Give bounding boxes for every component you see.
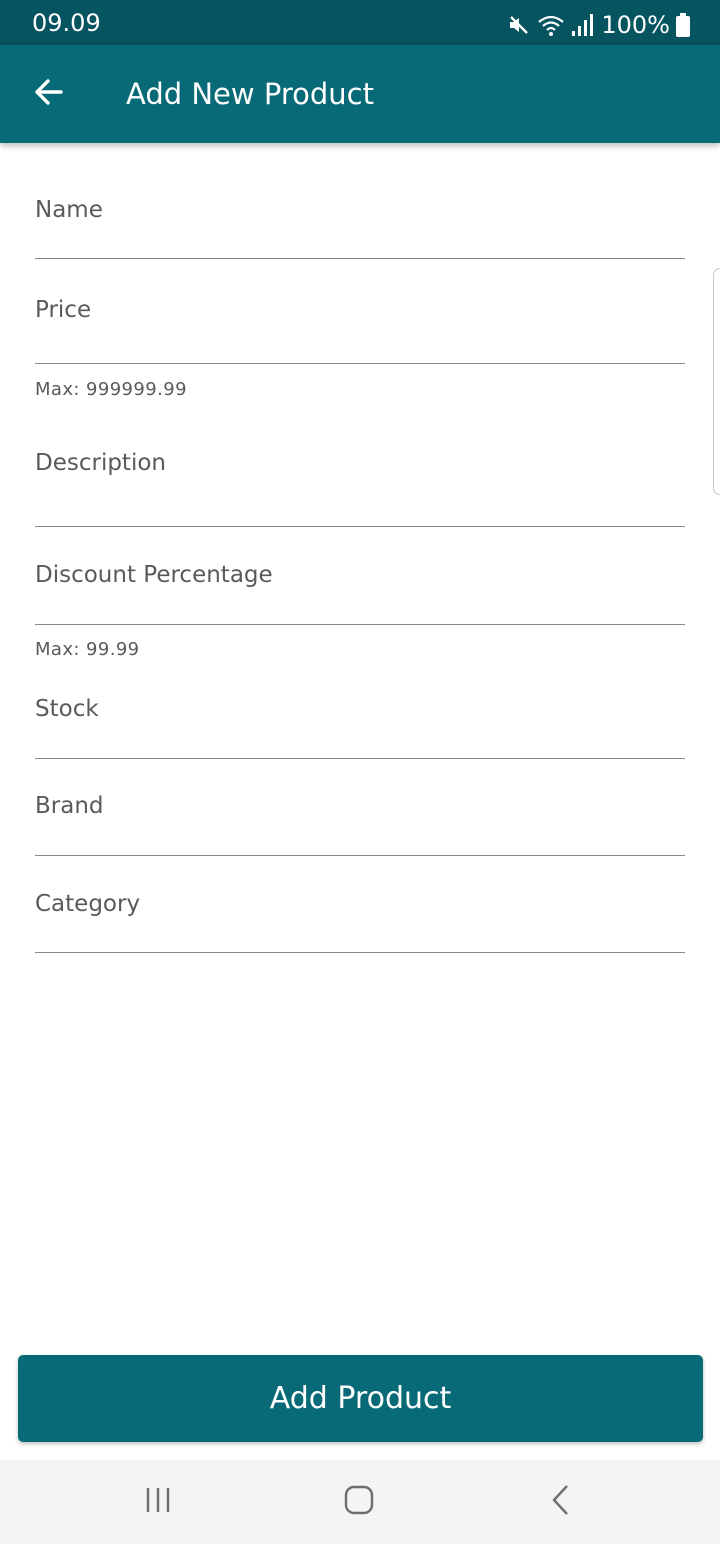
home-button[interactable]	[339, 1482, 379, 1522]
battery-icon	[676, 13, 690, 37]
add-product-button[interactable]: Add Product	[18, 1355, 703, 1442]
stock-label: Stock	[35, 696, 99, 722]
mute-icon	[507, 13, 531, 37]
home-icon	[343, 1484, 375, 1520]
recent-apps-button[interactable]	[138, 1482, 178, 1522]
price-label: Price	[35, 297, 92, 323]
category-label: Category	[35, 891, 141, 917]
signal-icon	[571, 13, 594, 37]
status-icons: 100%	[507, 11, 690, 39]
back-nav-button[interactable]	[541, 1482, 581, 1522]
brand-label: Brand	[35, 793, 104, 819]
app-bar: Add New Product	[0, 45, 720, 143]
back-icon	[549, 1483, 573, 1521]
back-button[interactable]	[22, 67, 76, 121]
category-field[interactable]: Category	[35, 872, 685, 953]
status-bar: 09.09 100%	[0, 0, 720, 45]
discount-percentage-field[interactable]: Discount Percentage	[35, 545, 685, 625]
status-time: 09.09	[32, 9, 101, 37]
price-helper-text: Max: 999999.99	[35, 379, 187, 400]
stock-field[interactable]: Stock	[35, 678, 685, 759]
discount-percentage-label: Discount Percentage	[35, 562, 273, 588]
scrollbar[interactable]	[713, 268, 720, 495]
page-title: Add New Product	[126, 77, 374, 111]
battery-percentage: 100%	[601, 11, 670, 39]
arrow-left-icon	[33, 76, 65, 112]
discount-helper-text: Max: 99.99	[35, 639, 140, 660]
wifi-icon	[537, 13, 565, 37]
recent-apps-icon	[143, 1485, 173, 1519]
name-field[interactable]: Name	[35, 183, 685, 259]
name-label: Name	[35, 197, 103, 223]
system-nav-bar	[0, 1460, 720, 1544]
description-label: Description	[35, 450, 166, 476]
brand-field[interactable]: Brand	[35, 775, 685, 856]
price-field[interactable]: Price	[35, 280, 685, 364]
description-field[interactable]: Description	[35, 433, 685, 527]
